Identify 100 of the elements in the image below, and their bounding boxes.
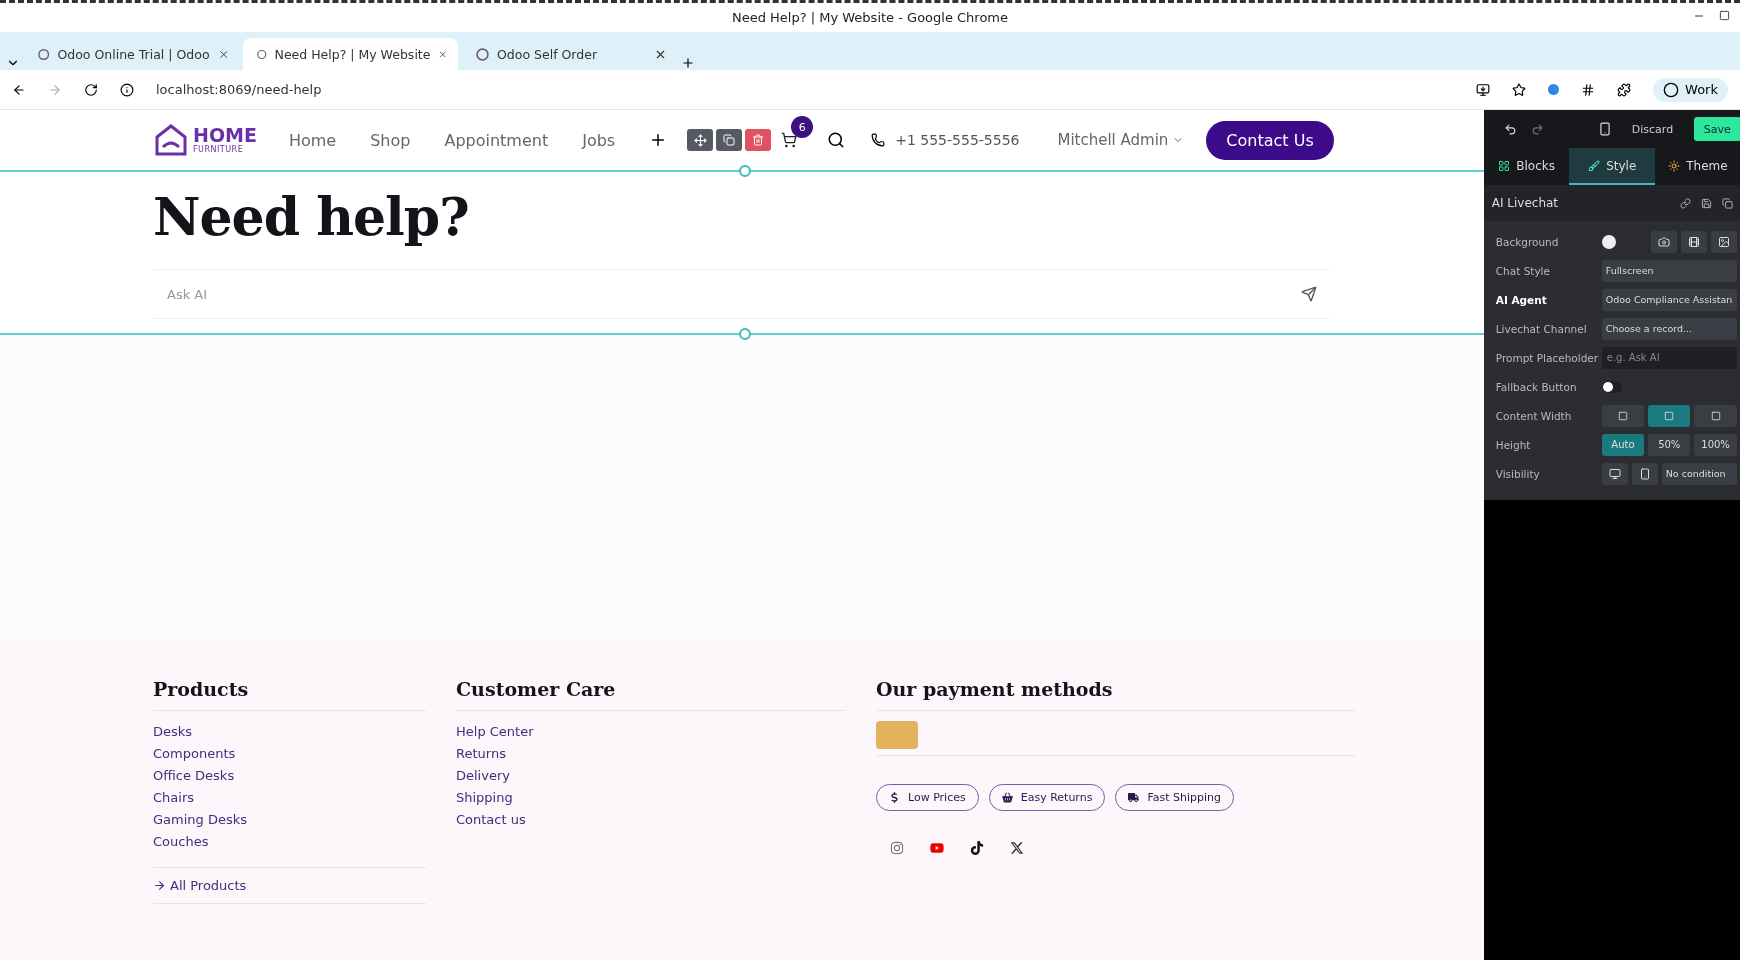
puzzle-icon[interactable] xyxy=(1617,82,1632,97)
duplicate-button[interactable] xyxy=(716,129,743,151)
all-products-link[interactable]: All Products xyxy=(153,867,426,904)
basket-icon xyxy=(1001,792,1013,803)
maximize-icon[interactable] xyxy=(1719,10,1730,21)
toggle-switch[interactable] xyxy=(1601,380,1622,393)
discard-button[interactable]: Discard xyxy=(1625,121,1680,137)
width-option[interactable] xyxy=(1648,404,1691,427)
footer-link[interactable]: Shipping xyxy=(456,787,846,809)
copy-icon xyxy=(723,134,736,146)
option-label: Livechat Channel xyxy=(1495,322,1588,335)
youtube-icon[interactable] xyxy=(930,841,944,855)
resize-handle[interactable] xyxy=(739,328,751,340)
redo-icon[interactable] xyxy=(1530,122,1544,136)
dollar-icon xyxy=(889,792,900,803)
footer-link[interactable]: Office Desks xyxy=(153,765,426,787)
desktop-button[interactable] xyxy=(1601,462,1628,485)
image-button[interactable] xyxy=(1710,230,1737,253)
profile-button[interactable]: Work xyxy=(1653,77,1728,102)
card-icon xyxy=(876,721,918,749)
move-button[interactable] xyxy=(687,129,714,151)
cart-icon[interactable] xyxy=(781,132,798,148)
height-option[interactable]: 100% xyxy=(1694,433,1737,456)
site-icon xyxy=(476,47,489,61)
option-label: Height xyxy=(1495,438,1532,451)
width-icon xyxy=(1617,410,1628,421)
option-label: Fallback Button xyxy=(1495,380,1578,393)
hash-icon[interactable] xyxy=(1581,82,1596,97)
browser-tab[interactable]: Odoo Self Order xyxy=(462,38,677,70)
save-button[interactable]: Save xyxy=(1693,117,1740,141)
search-icon[interactable] xyxy=(827,131,846,149)
condition-select[interactable]: No condition xyxy=(1661,462,1737,485)
user-menu[interactable]: Mitchell Admin xyxy=(1057,131,1185,149)
star-icon[interactable] xyxy=(1512,82,1527,97)
placeholder-input[interactable]: e.g. Ask AI xyxy=(1601,346,1737,369)
cart-count: 6 xyxy=(791,116,814,138)
send-icon[interactable] xyxy=(1300,286,1317,302)
option-label: Prompt Placeholder xyxy=(1495,351,1600,364)
info-icon[interactable] xyxy=(120,82,134,97)
url-text[interactable]: localhost:8069/need-help xyxy=(156,82,1455,97)
tiktok-icon[interactable] xyxy=(970,841,984,855)
panel-tab[interactable]: Blocks xyxy=(1483,148,1570,185)
width-option[interactable] xyxy=(1601,404,1645,427)
mobile-icon[interactable] xyxy=(1597,122,1612,136)
width-option[interactable] xyxy=(1694,404,1737,427)
footer-link[interactable]: Chairs xyxy=(153,787,426,809)
brush-icon xyxy=(1588,159,1601,172)
nav-link[interactable]: Home xyxy=(288,130,337,150)
truck-icon xyxy=(1128,792,1140,803)
tab-title: Need Help? | My Website xyxy=(274,46,431,62)
save-icon[interactable] xyxy=(1700,197,1712,209)
nav-link[interactable]: Appointment xyxy=(444,130,549,150)
footer-link[interactable]: Contact us xyxy=(456,809,846,831)
extension-dot-icon[interactable] xyxy=(1548,84,1560,95)
site-icon xyxy=(38,47,50,61)
site-icon xyxy=(257,47,267,61)
nav-link[interactable]: Shop xyxy=(370,130,411,150)
mobile-button[interactable] xyxy=(1631,462,1658,485)
copy-icon[interactable] xyxy=(1721,197,1733,209)
height-option[interactable]: 50% xyxy=(1648,433,1691,456)
image-icon xyxy=(1717,235,1730,248)
phone-number[interactable]: +1 555-555-5556 xyxy=(895,132,1020,148)
footer-link[interactable]: Gaming Desks xyxy=(153,809,426,831)
height-option[interactable]: Auto xyxy=(1601,433,1645,456)
browser-tab[interactable]: Need Help? | My Website xyxy=(243,38,458,70)
new-tab-icon[interactable] xyxy=(681,56,695,70)
film-button[interactable] xyxy=(1680,230,1707,253)
logo-text: HOME FURNITURE xyxy=(193,126,257,154)
instagram-icon[interactable] xyxy=(890,841,904,855)
footer-link[interactable]: Desks xyxy=(153,721,426,743)
tab-title: Odoo Self Order xyxy=(497,46,599,62)
footer-link[interactable]: Help Center xyxy=(456,721,846,743)
color-swatch[interactable] xyxy=(1601,234,1616,249)
footer-link[interactable]: Components xyxy=(153,743,426,765)
panel-tab[interactable]: Theme xyxy=(1655,148,1740,185)
move-icon xyxy=(693,133,707,147)
link-icon[interactable] xyxy=(1679,197,1691,209)
option-label: Background xyxy=(1495,235,1560,248)
ask-field[interactable]: Ask AI xyxy=(165,270,1301,318)
x-icon[interactable] xyxy=(1010,841,1024,855)
delete-button[interactable] xyxy=(745,129,772,151)
tab-title: Odoo Online Trial | Odoo xyxy=(57,46,210,62)
select-field[interactable]: Odoo Compliance Assistan xyxy=(1601,288,1737,311)
option-label: Chat Style xyxy=(1495,264,1551,277)
install-icon[interactable] xyxy=(1476,82,1491,97)
select-field[interactable]: Fullscreen xyxy=(1601,259,1737,282)
camera-button[interactable] xyxy=(1650,230,1677,253)
footer-link[interactable]: Delivery xyxy=(456,765,846,787)
nav-link[interactable]: Jobs xyxy=(582,130,616,150)
browser-tab[interactable]: Odoo Online Trial | Odoo xyxy=(24,38,239,70)
contact-button[interactable]: Contact Us xyxy=(1206,120,1334,160)
select-field[interactable]: Choose a record... xyxy=(1601,317,1737,340)
footer-link[interactable]: Returns xyxy=(456,743,846,765)
arrow-icon xyxy=(153,879,166,892)
footer-link[interactable]: Couches xyxy=(153,831,426,853)
back-icon[interactable] xyxy=(12,82,26,97)
undo-icon[interactable] xyxy=(1503,122,1517,136)
panel-tab[interactable]: Style xyxy=(1569,148,1656,185)
reload-icon[interactable] xyxy=(84,82,98,97)
phone-device-icon xyxy=(1638,467,1651,480)
